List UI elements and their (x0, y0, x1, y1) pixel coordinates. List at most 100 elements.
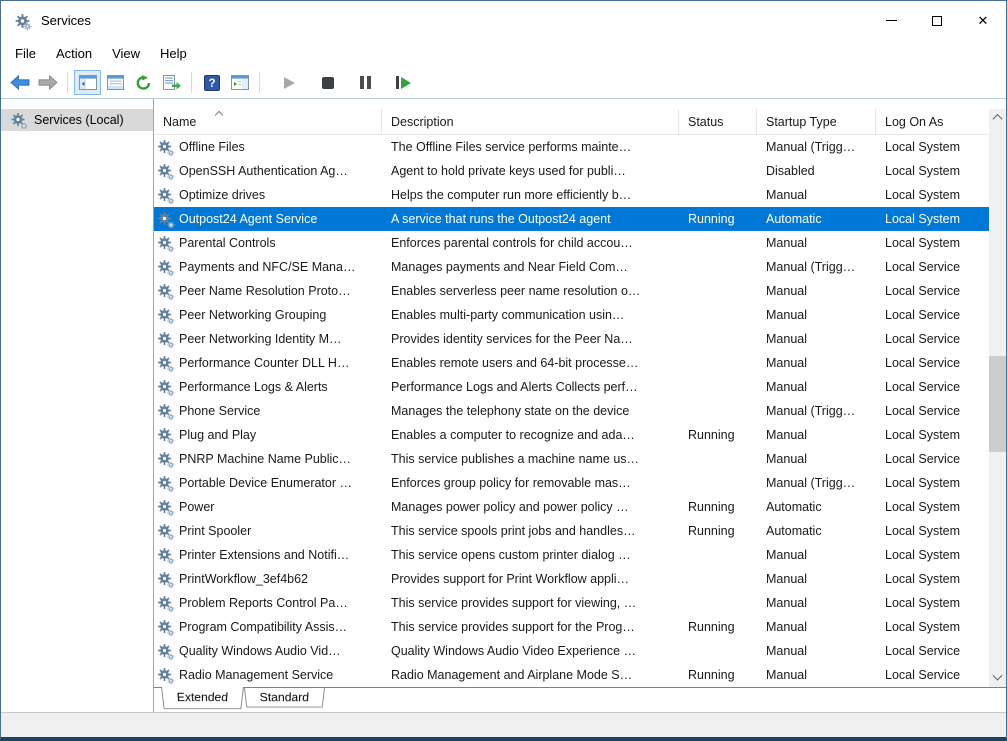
scroll-up-button[interactable] (989, 109, 1006, 126)
service-log-on-as: Local System (876, 615, 989, 639)
column-header-status[interactable]: Status (679, 109, 757, 134)
column-header-name[interactable]: Name (154, 109, 382, 134)
service-status: Running (679, 495, 757, 519)
toolbar-separator (67, 72, 68, 93)
forward-button[interactable] (34, 70, 61, 95)
service-status (679, 135, 757, 159)
table-row[interactable]: Portable Device Enumerator … Enforces gr… (154, 471, 989, 495)
table-row[interactable]: PrintWorkflow_3ef4b62 Provides support f… (154, 567, 989, 591)
table-row[interactable]: PNRP Machine Name Public… This service p… (154, 447, 989, 471)
back-button[interactable] (6, 70, 33, 95)
show-action-pane-button[interactable] (226, 70, 253, 95)
service-log-on-as: Local System (876, 207, 989, 231)
table-row[interactable]: Power Manages power policy and power pol… (154, 495, 989, 519)
service-startup-type: Manual (757, 423, 876, 447)
table-row[interactable]: Peer Name Resolution Proto… Enables serv… (154, 279, 989, 303)
services-table: Name Description Status Startup Type Log… (154, 109, 989, 687)
menu-view[interactable]: View (102, 42, 150, 65)
stop-service-button[interactable] (314, 70, 341, 95)
scroll-down-button[interactable] (989, 670, 1006, 687)
table-row[interactable]: Phone Service Manages the telephony stat… (154, 399, 989, 423)
service-name: Power (179, 500, 214, 514)
service-description: This service publishes a machine name us… (382, 447, 679, 471)
column-header-label: Description (391, 115, 454, 129)
service-log-on-as: Local System (876, 519, 989, 543)
service-status (679, 471, 757, 495)
service-description: Enforces parental controls for child acc… (382, 231, 679, 255)
cell-name: Portable Device Enumerator … (154, 471, 382, 495)
service-gear-icon (157, 595, 174, 611)
service-gear-icon (157, 619, 174, 635)
menu-file[interactable]: File (5, 42, 46, 65)
service-status (679, 231, 757, 255)
table-row[interactable]: Program Compatibility Assis… This servic… (154, 615, 989, 639)
tab-standard[interactable]: Standard (244, 688, 325, 707)
help-button[interactable]: ? (198, 70, 225, 95)
table-row[interactable]: Problem Reports Control Pa… This service… (154, 591, 989, 615)
service-status: Running (679, 207, 757, 231)
service-gear-icon (157, 403, 174, 419)
service-name: Peer Networking Grouping (179, 308, 326, 322)
show-console-tree-button[interactable] (74, 70, 101, 95)
console-tree-icon (79, 75, 97, 90)
column-header-log-on-as[interactable]: Log On As (876, 109, 989, 134)
table-row[interactable]: Print Spooler This service spools print … (154, 519, 989, 543)
table-row[interactable]: Offline Files The Offline Files service … (154, 135, 989, 159)
service-name: Portable Device Enumerator … (179, 476, 352, 490)
menu-help[interactable]: Help (150, 42, 197, 65)
sidebar-item-services-local[interactable]: Services (Local) (1, 109, 153, 131)
maximize-button[interactable] (914, 1, 960, 40)
service-gear-icon (157, 163, 174, 179)
refresh-button[interactable] (130, 70, 157, 95)
pause-service-button[interactable] (352, 70, 379, 95)
table-row[interactable]: Performance Logs & Alerts Performance Lo… (154, 375, 989, 399)
cell-name: Optimize drives (154, 183, 382, 207)
close-button[interactable]: ✕ (960, 1, 1006, 40)
service-startup-type: Manual (757, 279, 876, 303)
properties-button[interactable] (102, 70, 129, 95)
scrollbar-track[interactable] (989, 126, 1006, 670)
table-row[interactable]: Payments and NFC/SE Mana… Manages paymen… (154, 255, 989, 279)
start-service-button[interactable] (276, 70, 303, 95)
table-row[interactable]: Peer Networking Identity M… Provides ide… (154, 327, 989, 351)
table-row[interactable]: Performance Counter DLL H… Enables remot… (154, 351, 989, 375)
service-gear-icon (157, 139, 174, 155)
minimize-button[interactable] (868, 1, 914, 40)
column-header-description[interactable]: Description (382, 109, 679, 134)
service-log-on-as: Local Service (876, 303, 989, 327)
table-row[interactable]: Printer Extensions and Notifi… This serv… (154, 543, 989, 567)
table-row[interactable]: Optimize drives Helps the computer run m… (154, 183, 989, 207)
service-name: Peer Networking Identity M… (179, 332, 342, 346)
cell-name: Performance Logs & Alerts (154, 375, 382, 399)
table-row[interactable]: Peer Networking Grouping Enables multi-p… (154, 303, 989, 327)
vertical-scrollbar[interactable] (989, 109, 1006, 687)
service-log-on-as: Local System (876, 423, 989, 447)
cell-name: Problem Reports Control Pa… (154, 591, 382, 615)
service-status (679, 327, 757, 351)
service-startup-type: Manual (757, 543, 876, 567)
service-name: Plug and Play (179, 428, 256, 442)
cell-name: Print Spooler (154, 519, 382, 543)
service-description: A service that runs the Outpost24 agent (382, 207, 679, 231)
service-name: PNRP Machine Name Public… (179, 452, 351, 466)
tab-extended[interactable]: Extended (161, 687, 244, 709)
service-name: Payments and NFC/SE Mana… (179, 260, 355, 274)
export-list-button[interactable] (158, 70, 185, 95)
column-header-startup-type[interactable]: Startup Type (757, 109, 876, 134)
service-startup-type: Automatic (757, 495, 876, 519)
service-startup-type: Manual (Trigg… (757, 255, 876, 279)
restart-service-button[interactable] (390, 70, 417, 95)
service-name: Performance Counter DLL H… (179, 356, 349, 370)
table-row[interactable]: Quality Windows Audio Vid… Quality Windo… (154, 639, 989, 663)
service-description: The Offline Files service performs maint… (382, 135, 679, 159)
scrollbar-thumb[interactable] (989, 356, 1006, 452)
table-row[interactable]: Parental Controls Enforces parental cont… (154, 231, 989, 255)
table-row[interactable]: Radio Management Service Radio Managemen… (154, 663, 989, 687)
service-description: Enables serverless peer name resolution … (382, 279, 679, 303)
menu-action[interactable]: Action (46, 42, 102, 65)
table-row[interactable]: OpenSSH Authentication Ag… Agent to hold… (154, 159, 989, 183)
table-row[interactable]: Outpost24 Agent Service A service that r… (154, 207, 989, 231)
cell-name: Performance Counter DLL H… (154, 351, 382, 375)
service-startup-type: Disabled (757, 159, 876, 183)
table-row[interactable]: Plug and Play Enables a computer to reco… (154, 423, 989, 447)
